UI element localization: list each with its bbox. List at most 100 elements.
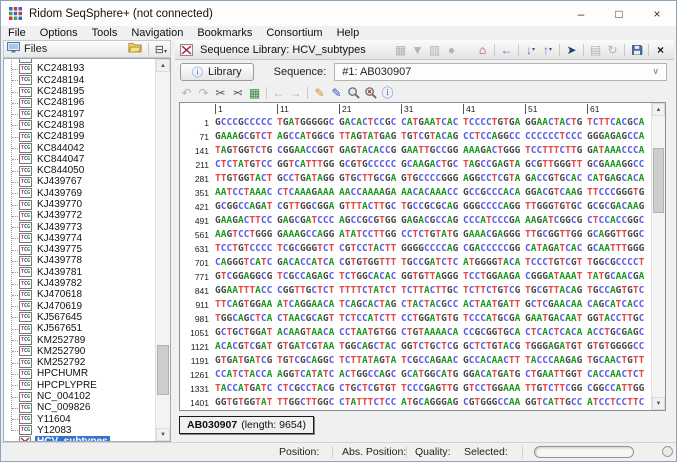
cut-right-icon[interactable]: ✂ [229,85,246,101]
files-tree-scrollbar[interactable]: ▲ ▼ [155,59,170,441]
scroll-up-icon[interactable]: ▲ [652,103,665,116]
base-group: CCTAATGTGG [339,327,397,338]
files-tree[interactable]: TCGTCGKC248193TCGKC248194TCGKC248195TCGK… [3,58,171,442]
library-button[interactable]: ⓘ Library [180,62,254,81]
back-icon[interactable]: ← [498,42,515,58]
tree-item[interactable]: T C G KJ567651 [4,323,155,334]
sequence-tab[interactable]: AB030907 (length: 9654) [179,416,314,434]
maximize-button[interactable]: □ [600,1,638,26]
tree-item[interactable]: T C G Y11604 [4,414,155,425]
tree-item-label: HCV_subtypes [35,436,110,441]
tree-item[interactable]: T C G KC248198 [4,120,155,131]
menu-file[interactable]: File [1,27,33,39]
base-group: TCCTGTCCCC [215,243,273,254]
home-icon[interactable]: ⌂ [474,42,491,58]
base-group: GACCGTGCAC [525,173,583,184]
tree-item[interactable]: T C G KC844050 [4,165,155,176]
tree-item[interactable]: T C G Y12083 [4,425,155,436]
tree-item[interactable]: T C G NC_009826 [4,402,155,413]
tree-item-label: KC248199 [37,131,85,143]
menu-tools[interactable]: Tools [85,27,125,39]
close-window-button[interactable]: × [638,1,676,26]
zoom-out-icon[interactable] [362,85,379,101]
scroll-down-icon[interactable]: ▼ [156,428,170,441]
tree-item[interactable]: T C G KJ439781 [4,267,155,278]
tree-item[interactable]: T C G NC_004102 [4,391,155,402]
menu-options[interactable]: Options [33,27,85,39]
tree-item[interactable]: T C G HPCPLYPRE [4,380,155,391]
scroll-thumb[interactable] [157,345,169,395]
sequence-row: 1051 GCTGCTGGAT ACAAGTAACA CCTAATGTGG CTGTAA… [183,326,650,340]
tree-item[interactable]: T C G KC248197 [4,108,155,120]
up-arrow-icon[interactable]: ↑ ▾ [539,42,556,58]
base-group: GAAACGAGGG [463,229,521,240]
send-icon[interactable]: ➤ [563,42,580,58]
tree-item[interactable]: T C G KC844047 [4,154,155,165]
scroll-down-icon[interactable]: ▼ [652,397,665,410]
sequence-view[interactable]: 1 11 21 31 41 51 61 1 GCCCGCCCCC TGATGGGGGC GACAC… [179,102,666,411]
highlight-pen-icon[interactable]: ✎ [311,85,328,101]
tree-item[interactable]: T C G KM252789 [4,334,155,346]
sequence-position: 1261 [190,370,209,380]
menu-bookmarks[interactable]: Bookmarks [190,27,259,39]
tree-item[interactable]: T C G KM252790 [4,346,155,357]
tree-item[interactable]: T C G KC844042 [4,142,155,154]
scroll-up-icon[interactable]: ▲ [156,59,170,72]
base-group: GCCACAACTT [463,355,521,366]
tree-item[interactable]: T C G KJ439767 [4,176,155,187]
menu-navigation[interactable]: Navigation [124,27,190,39]
tree-item[interactable]: T C G HPCHUMR [4,368,155,379]
save-icon[interactable] [628,42,645,58]
tree-item[interactable]: T C G KJ439778 [4,255,155,266]
sequence-file-icon: TCG [19,109,32,120]
tree-item[interactable]: T C G KJ439769 [4,188,155,199]
base-group: TCTTATAGTA [339,355,397,366]
tree-item[interactable]: T C G KM252792 [4,357,155,368]
base-group: TAGTGGTCTG [215,145,273,156]
sequence-file-icon: TCG [19,131,32,142]
tree-item-label: KJ439778 [37,255,83,267]
menu-help[interactable]: Help [330,27,367,39]
tree-item[interactable]: T C G KJ439770 [4,199,155,210]
tree-item[interactable]: HCV_subtypes [4,436,155,441]
tree-item[interactable]: T C G KC248193 [4,63,155,74]
sequence-select[interactable]: #1: AB030907 ∨ [334,62,667,81]
quality-label: Quality: [415,446,451,458]
base-group: GGTGTGGTAT [215,397,273,408]
info-icon[interactable]: ⓘ [379,85,396,101]
zoom-in-icon[interactable] [345,85,362,101]
base-group: CTGCTCGTGT [339,383,397,394]
window-title: Ridom SeqSphere+ (not connected) [29,7,213,20]
sequence-library-panel: Sequence Library: HCV_subtypes ▦ ▼ ▥ ● ⌂ ← ↓ ▾ ↑… [175,40,674,442]
tree-item[interactable]: T C G KC248195 [4,86,155,97]
sequence-scrollbar[interactable]: ▲ ▼ [651,103,665,410]
base-group: GCAGGTTGGC [587,229,645,240]
tree-item[interactable]: T C G KJ439772 [4,210,155,221]
base-group: TTCAGTGGAA [215,299,273,310]
tree-item[interactable]: T C G KC248196 [4,97,155,108]
menu-consortium[interactable]: Consortium [259,27,329,39]
tree-item[interactable]: T C G KC248199 [4,131,155,142]
edit-pen-icon[interactable]: ✎ [328,85,345,101]
down-arrow-icon[interactable]: ↓ ▾ [522,42,539,58]
cut-left-icon[interactable]: ✂ [212,85,229,101]
open-folder-icon[interactable] [127,42,142,56]
close-icon[interactable]: × [652,42,669,58]
base-group: TACCCAAGAG [525,355,583,366]
sequence-file-icon: TCG [19,255,32,266]
sequence-row: 841 GGAATTTACC CGGTTGCTCT TTTTCTATCT TCTTACT… [183,284,650,298]
tree-item[interactable]: T C G KJ567645 [4,312,155,323]
base-group: ATCCTCCTTC [587,397,645,408]
tree-item[interactable]: T C G KJ439774 [4,233,155,244]
tree-item[interactable]: T C G KJ470618 [4,289,155,300]
tree-item[interactable]: T C G KJ439782 [4,278,155,289]
tree-item[interactable]: T C G KJ439775 [4,244,155,255]
minimize-button[interactable]: – [562,1,600,26]
trim-grid-icon[interactable]: ▦ [246,85,263,101]
scroll-thumb[interactable] [653,148,664,213]
tree-item[interactable]: T C G KJ470619 [4,301,155,312]
tree-item[interactable]: T C G KJ439773 [4,221,155,233]
collapse-all-icon[interactable]: ⊟▾ [155,43,167,56]
tree-item[interactable]: T C G KC248194 [4,75,155,86]
base-group: CGACCCCCGG [463,243,521,254]
